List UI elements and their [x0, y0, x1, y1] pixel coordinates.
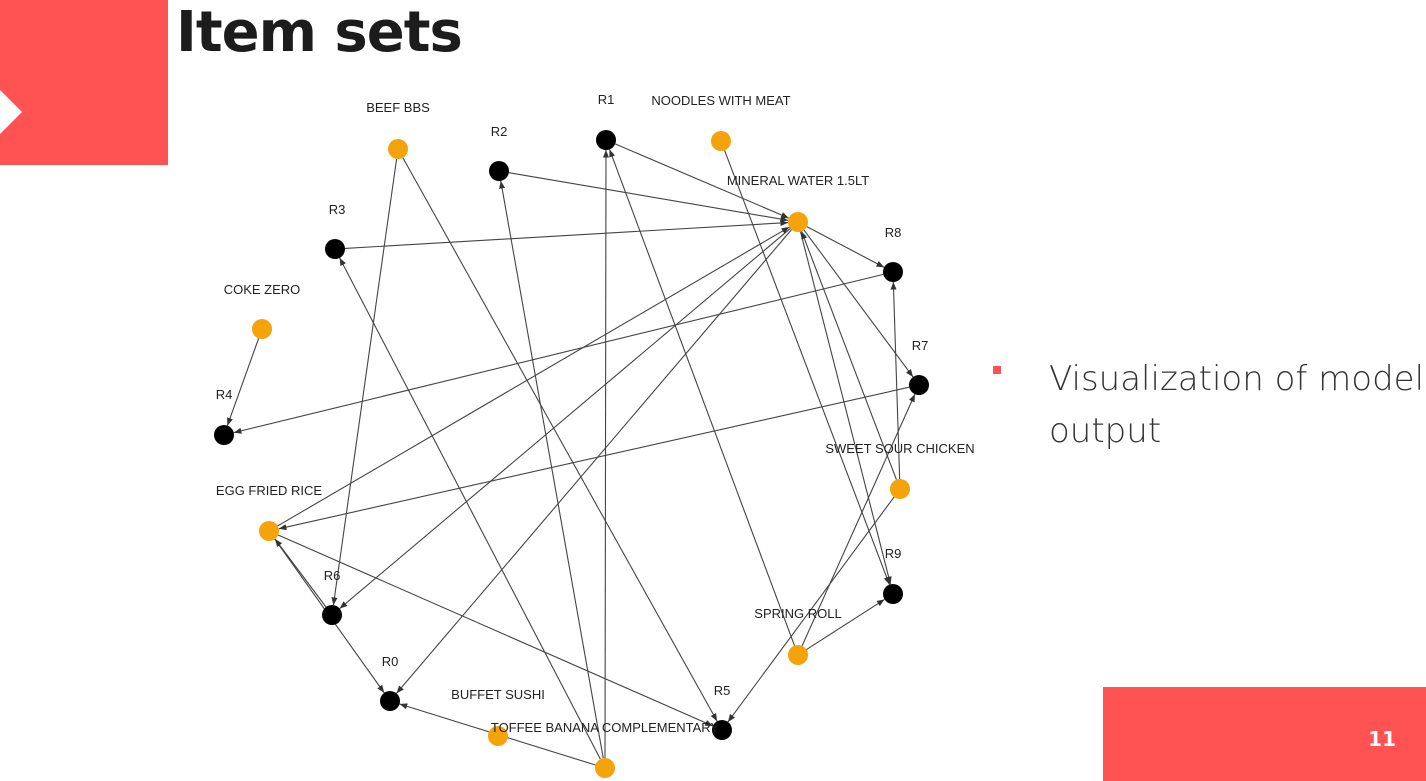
node-sweet	[890, 479, 910, 499]
node-label-sweet: SWEET SOUR CHICKEN	[825, 441, 974, 456]
node-label-toffee: TOFFEE BANANA COMPLEMENTARY	[491, 720, 720, 735]
node-label-sushi: BUFFET SUSHI	[451, 687, 545, 702]
edge-r6-to-egg	[274, 538, 327, 608]
node-label-r9: R9	[885, 546, 902, 561]
node-label-r3: R3	[329, 202, 346, 217]
edge-beef-to-r6	[331, 158, 398, 606]
node-coke	[252, 319, 272, 339]
node-beef	[388, 139, 408, 159]
edge-mineral-to-r0	[396, 229, 792, 694]
node-r7	[909, 375, 929, 395]
node-r6	[322, 605, 342, 625]
node-label-egg: EGG FRIED RICE	[216, 483, 323, 498]
node-r0	[380, 691, 400, 711]
node-label-mineral: MINERAL WATER 1.5LT	[727, 173, 869, 188]
page-number: 11	[1368, 727, 1396, 751]
node-label-r8: R8	[885, 225, 902, 240]
edge-noodles-to-r9	[724, 150, 890, 585]
node-label-beef: BEEF BBS	[366, 100, 430, 115]
node-spring	[788, 645, 808, 665]
slide: Item sets R1 NOODLES WITH MEAT BEEF BBS R2 M…	[0, 0, 1426, 781]
node-r3	[325, 239, 345, 259]
node-r2	[489, 161, 509, 181]
node-toffee	[595, 758, 615, 778]
edge-r8-to-r4	[233, 273, 884, 434]
edge-toffee-to-r1	[602, 149, 610, 759]
bullet-marker	[993, 366, 1001, 374]
edge-mineral-to-r9	[799, 231, 892, 585]
node-label-spring: SPRING ROLL	[754, 606, 841, 621]
graph-labels: R1 NOODLES WITH MEAT BEEF BBS R2 MINERAL WAT…	[216, 92, 975, 735]
graph-nodes	[214, 130, 929, 778]
node-label-r5: R5	[714, 683, 731, 698]
node-label-r1: R1	[598, 92, 615, 107]
bullet-text: Visualization of model output	[1049, 359, 1425, 451]
node-mineral	[788, 212, 808, 232]
edge-toffee-to-r3	[339, 257, 601, 760]
node-label-r0: R0	[382, 654, 399, 669]
node-label-r4: R4	[216, 387, 233, 402]
node-r9	[883, 584, 903, 604]
node-label-r6: R6	[324, 568, 341, 583]
node-label-noodles: NOODLES WITH MEAT	[651, 93, 790, 108]
node-label-r7: R7	[912, 338, 929, 353]
node-r4	[214, 425, 234, 445]
edge-egg-to-mineral	[277, 226, 790, 527]
edge-r3-to-mineral	[344, 219, 789, 249]
node-r8	[883, 262, 903, 282]
page-number-block: 11	[1103, 687, 1426, 781]
edge-r7-to-egg	[278, 386, 910, 531]
edge-mineral-to-r6	[339, 228, 791, 609]
graph-edges	[226, 143, 916, 766]
edge-beef-to-r5	[402, 157, 718, 722]
edge-coke-to-r4	[226, 338, 260, 426]
edge-mineral-to-r8	[806, 226, 885, 268]
node-egg	[259, 521, 279, 541]
node-label-r2: R2	[491, 124, 508, 139]
node-label-coke: COKE ZERO	[224, 282, 301, 297]
edge-mineral-to-r7	[803, 229, 914, 378]
node-r1	[596, 130, 616, 150]
node-noodles	[711, 131, 731, 151]
item-sets-network-graph: R1 NOODLES WITH MEAT BEEF BBS R2 MINERAL WAT…	[214, 92, 975, 778]
